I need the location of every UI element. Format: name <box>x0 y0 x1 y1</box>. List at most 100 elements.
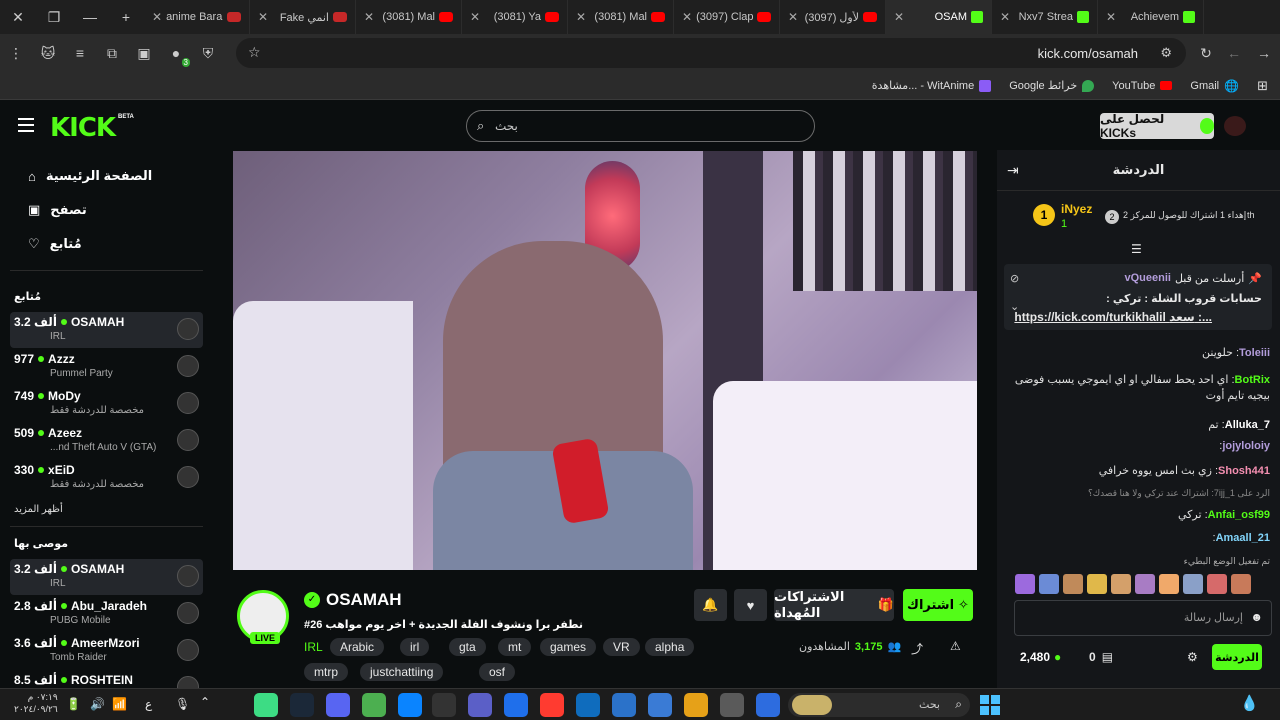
close-tab-icon[interactable]: ✕ <box>152 10 162 24</box>
chevron-up-icon[interactable]: ⌃ <box>200 695 210 709</box>
stream-tag[interactable]: justchattiing <box>360 663 444 681</box>
sidebar-channel[interactable]: 3.2 ألف OSAMAH IRL <box>10 559 203 595</box>
channel-points[interactable]: 2,480 ● <box>1020 650 1061 664</box>
emote-icon[interactable] <box>1039 574 1059 594</box>
extension-icon[interactable]: 🐱 <box>34 39 62 67</box>
subscribe-button[interactable]: اشتراك ✧ <box>903 589 973 621</box>
sidebar-channel[interactable]: 749 MoDy مخصصة للدردشة فقط <box>10 386 203 422</box>
send-chat-button[interactable]: الدردشة <box>1212 644 1262 670</box>
weather-icon[interactable]: 💧 <box>1240 694 1259 712</box>
emote-icon[interactable] <box>1063 574 1083 594</box>
leader-user[interactable]: iNyez <box>1061 202 1092 216</box>
menu-kebab-icon[interactable]: ⋮ <box>2 39 30 67</box>
kicks-balance[interactable]: 0 ▤ <box>1089 650 1113 664</box>
user-avatar[interactable] <box>1224 116 1246 136</box>
tab-search-icon[interactable]: ≡ <box>66 39 94 67</box>
gifted-subs-button[interactable]: الاشتراكات المُهداة 🎁 <box>774 589 894 621</box>
report-warning-icon[interactable]: ⚠ <box>950 639 961 653</box>
show-more-link[interactable]: أظهر المزيد <box>14 504 63 515</box>
browser-tab[interactable]: ✕ Nxv7 Strea <box>992 0 1098 34</box>
emote-icon[interactable] <box>1135 574 1155 594</box>
stream-tag[interactable]: irl <box>400 638 430 656</box>
input-language[interactable]: ع <box>145 697 152 711</box>
back-icon[interactable]: → <box>1250 39 1278 67</box>
search-input[interactable]: ⌕ بحث <box>466 110 815 142</box>
chat-username[interactable]: Shosh441 <box>1218 465 1270 477</box>
category-link[interactable]: IRL <box>304 640 323 654</box>
notification-bell-button[interactable]: 🔔 <box>694 589 727 621</box>
chat-username[interactable]: Toleiii <box>1239 347 1270 359</box>
browser-tab[interactable]: ✕ Achievem <box>1098 0 1204 34</box>
close-tab-icon[interactable]: ✕ <box>1000 10 1010 24</box>
stream-tag[interactable]: mtrp <box>304 663 348 681</box>
stream-tag[interactable]: Arabic <box>330 638 385 656</box>
browser-tab[interactable]: ✕ (3081) Mal <box>356 0 462 34</box>
hide-pin-icon[interactable]: ⊘ <box>1010 272 1019 285</box>
emote-icon[interactable] <box>1111 574 1131 594</box>
url-field[interactable]: ☆ kick.com/osamah ⚙ <box>236 38 1186 68</box>
sidebar-item-browse[interactable]: ▣ تصفح <box>14 202 214 218</box>
sidebar-channel[interactable]: 3.2 ألف OSAMAH IRL <box>10 312 203 348</box>
dropbox-taskbar-icon[interactable] <box>504 693 528 717</box>
pinned-link[interactable]: https://kick.com/turkikhalil سعد :... <box>1014 310 1212 324</box>
steam-taskbar-icon[interactable] <box>290 693 314 717</box>
store-taskbar-icon[interactable] <box>648 693 672 717</box>
browser-tab[interactable]: ✕ (3081) Mal <box>568 0 674 34</box>
chat-username[interactable]: BotRix <box>1235 374 1270 386</box>
teams-taskbar-icon[interactable] <box>468 693 492 717</box>
close-tab-icon[interactable]: ✕ <box>788 10 798 24</box>
files-taskbar-icon[interactable] <box>720 693 744 717</box>
sidebar-channel[interactable]: 330 xEiD مخصصة للدردشة فقط <box>10 460 203 496</box>
emote-icon[interactable] <box>1015 574 1035 594</box>
minimize-window-icon[interactable]: — <box>72 0 108 34</box>
stream-tag[interactable]: alpha <box>645 638 695 656</box>
browser-tab[interactable]: ✕ (3097) لأول <box>780 0 886 34</box>
emoji-icon[interactable]: ☻ <box>1250 610 1263 624</box>
chat-username[interactable]: jojyloloiy <box>1222 440 1270 452</box>
browser-tab[interactable]: ✕ anime Baraku <box>144 0 250 34</box>
all-bookmarks-icon[interactable]: ⊞ <box>1257 78 1268 94</box>
browser-tab[interactable]: ✕ (3097) Clap <box>674 0 780 34</box>
channel-name[interactable]: OSAMAH <box>326 590 402 610</box>
bookmark-star-icon[interactable]: ☆ <box>248 44 261 61</box>
expand-leaderboard-icon[interactable]: ☰ <box>1131 242 1142 256</box>
chat-username[interactable]: Alluka_7 <box>1225 419 1270 431</box>
stream-tag[interactable]: mt <box>498 638 532 656</box>
video-player[interactable] <box>233 151 977 570</box>
emote-icon[interactable] <box>1183 574 1203 594</box>
chrome-taskbar-icon[interactable] <box>362 693 386 717</box>
browser-tab[interactable]: ✕ Fake انمي <box>250 0 356 34</box>
emote-icon[interactable] <box>1159 574 1179 594</box>
copilot-taskbar-icon[interactable] <box>612 693 636 717</box>
sidebar-item-home[interactable]: ⌂ الصفحة الرئيسية <box>14 168 214 184</box>
file-explorer-taskbar-icon[interactable] <box>684 693 708 717</box>
red-app-taskbar-icon[interactable] <box>540 693 564 717</box>
stream-tag[interactable]: VR <box>603 638 640 656</box>
share-icon[interactable]: ⤴ <box>911 640 923 657</box>
stream-tag[interactable]: osf <box>479 663 516 681</box>
browser-tab[interactable]: ✕ OSAM <box>886 0 992 34</box>
bookmark-maps[interactable]: Google خرائط <box>1009 79 1095 92</box>
emote-icon[interactable] <box>1087 574 1107 594</box>
sidebar-channel[interactable]: 2.8 ألف Abu_Jaradeh PUBG Mobile <box>10 596 203 632</box>
bookmark-witanime[interactable]: مشاهدة... - WitAnime <box>872 79 992 92</box>
edge-taskbar-icon[interactable] <box>398 693 422 717</box>
battery-icon[interactable]: 🔋 <box>66 697 81 711</box>
chat-username[interactable]: Amaall_21 <box>1216 532 1270 544</box>
taskbar-search[interactable]: بحث ⌕ <box>788 693 970 717</box>
close-tab-icon[interactable]: ✕ <box>894 10 904 24</box>
restore-window-icon[interactable]: ❐ <box>36 0 72 34</box>
wifi-icon[interactable]: 📶 <box>112 697 127 711</box>
emote-icon[interactable] <box>1207 574 1227 594</box>
browser-tab[interactable]: ✕ (3081) Ya <box>462 0 568 34</box>
sidebar-channel[interactable]: 3.6 ألف AmeerMzori Tomb Raider <box>10 633 203 669</box>
close-tab-icon[interactable]: ✕ <box>470 10 480 24</box>
pinned-user[interactable]: vQueenii <box>1125 272 1171 285</box>
get-kicks-button[interactable]: لحصل على KICKs <box>1100 112 1214 140</box>
sidebar-channel[interactable]: 509 Azeez ...nd Theft Auto V (GTA) <box>10 423 203 459</box>
discord-taskbar-icon[interactable] <box>326 693 350 717</box>
hamburger-menu-icon[interactable] <box>18 118 34 132</box>
microphone-icon[interactable]: 🎙 <box>175 697 190 711</box>
emote-icon[interactable] <box>1231 574 1251 594</box>
epic-games-taskbar-icon[interactable] <box>432 693 456 717</box>
